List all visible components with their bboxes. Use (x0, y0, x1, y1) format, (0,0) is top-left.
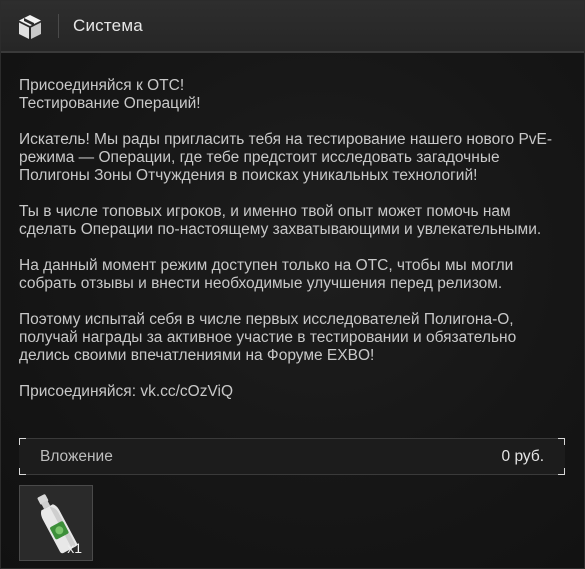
message-link-line[interactable]: Присоединяйся: vk.cc/cOzViQ (19, 383, 567, 401)
message-paragraph: Искатель! Мы рады пригласить тебя на тес… (19, 131, 553, 184)
item-quantity: x1 (67, 540, 82, 556)
message-paragraph: Ты в числе топовых игроков, и именно тво… (19, 203, 542, 238)
package-icon (19, 15, 41, 39)
attachment-price: 0 руб. (501, 448, 544, 465)
corner-bracket (558, 468, 565, 475)
corner-bracket (558, 438, 565, 445)
message-window: Система Присоединяйся к ОТС! Тестировани… (0, 0, 585, 569)
message-heading: Присоединяйся к ОТС! Тестирование Операц… (19, 77, 201, 112)
message-body: Присоединяйся к ОТС! Тестирование Операц… (19, 77, 567, 419)
attachment-item-slot[interactable]: x1 (19, 485, 93, 561)
attachment-label: Вложение (40, 448, 113, 465)
corner-bracket (19, 438, 26, 445)
window-title: Система (73, 16, 143, 35)
title-separator (58, 14, 59, 38)
attachment-bar: Вложение 0 руб. (19, 438, 565, 475)
message-paragraph: На данный момент режим доступен только н… (19, 257, 514, 292)
window-titlebar: Система (1, 1, 584, 53)
corner-bracket (19, 468, 26, 475)
message-paragraph: Поэтому испытай себя в числе первых иссл… (19, 311, 517, 364)
